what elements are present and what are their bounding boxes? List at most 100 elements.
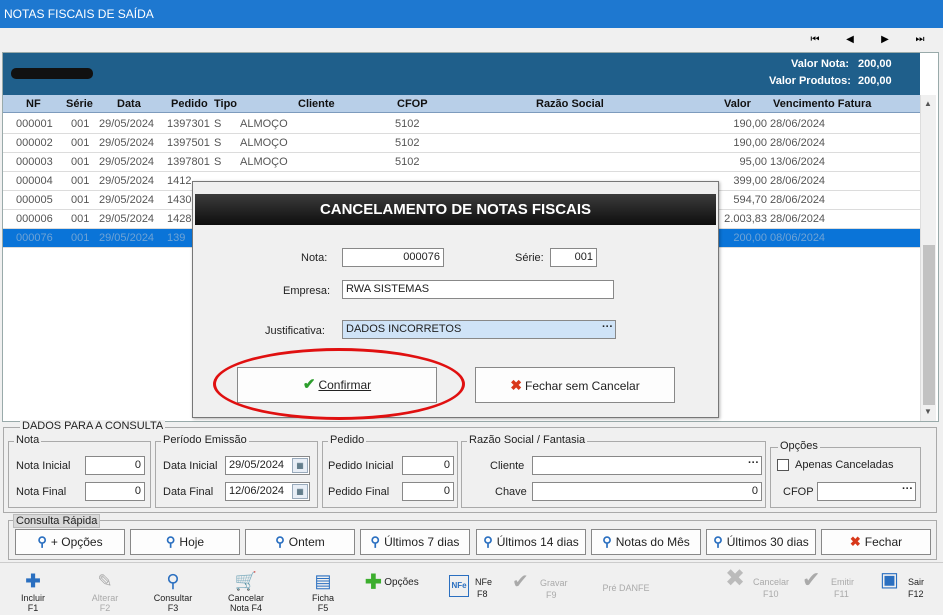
calendar-icon[interactable]: ▦ bbox=[292, 484, 308, 499]
col-razao-social[interactable]: Razão Social bbox=[536, 98, 604, 110]
col-cfop[interactable]: CFOP bbox=[397, 98, 428, 110]
notas-do-mes-button[interactable]: ⚲ Notas do Mês bbox=[591, 529, 701, 555]
scroll-thumb[interactable] bbox=[923, 245, 935, 405]
calendar-icon[interactable]: ▦ bbox=[292, 458, 308, 473]
ontem-button[interactable]: ⚲ Ontem bbox=[245, 529, 355, 555]
cancelar-nota-button[interactable]: 🛒 Cancelar Nota F4 bbox=[218, 571, 274, 613]
nota-inicial-label: Nota Inicial bbox=[16, 460, 71, 472]
emitir-label: Emitir bbox=[831, 577, 854, 587]
plus-icon: ✚ bbox=[25, 571, 41, 591]
nota-final-label: Nota Final bbox=[16, 486, 67, 498]
fechar-sem-cancelar-button[interactable]: ✖ Fechar sem Cancelar bbox=[475, 367, 675, 403]
cancelar-nota-shortcut: Nota F4 bbox=[229, 603, 262, 613]
first-record-button[interactable]: ⏮ bbox=[804, 31, 826, 49]
next-record-button[interactable]: ▶ bbox=[874, 31, 896, 49]
apenas-canceladas-checkbox[interactable] bbox=[777, 459, 789, 471]
valor-nota-label: Valor Nota: bbox=[791, 58, 850, 70]
empresa-input[interactable]: RWA SISTEMAS bbox=[342, 280, 614, 299]
pre-danfe-button[interactable]: Pré DANFE bbox=[596, 583, 656, 593]
justificativa-value: DADOS INCORRETOS bbox=[346, 323, 462, 335]
cell-vencimento: 28/06/2024 bbox=[770, 194, 826, 206]
cell-serie: 001 bbox=[71, 137, 90, 149]
valor-produtos-value: 200,00 bbox=[858, 75, 892, 87]
opcoes-label: Opções bbox=[384, 576, 419, 588]
opcoes-button[interactable]: ✚ Opções bbox=[365, 573, 435, 593]
dialog-title: CANCELAMENTO DE NOTAS FISCAIS bbox=[195, 194, 716, 225]
cell-pedido: 1412 bbox=[167, 175, 192, 187]
table-row[interactable]: 000002 001 29/05/2024 1397501 S ALMOÇO 5… bbox=[3, 134, 920, 153]
col-vencimento[interactable]: Vencimento Fatura bbox=[773, 98, 871, 110]
nota-final-input[interactable]: 0 bbox=[85, 482, 145, 501]
incluir-shortcut: F1 bbox=[27, 603, 39, 613]
nota-input[interactable]: 000076 bbox=[342, 248, 444, 267]
consultar-button[interactable]: ⚲ Consultar F3 bbox=[148, 571, 198, 613]
fechar-label: Fechar bbox=[864, 535, 903, 549]
serie-input[interactable]: 001 bbox=[550, 248, 597, 267]
cell-vencimento: 08/06/2024 bbox=[770, 232, 826, 244]
scroll-down-icon[interactable]: ▼ bbox=[924, 407, 932, 416]
justificativa-input[interactable]: DADOS INCORRETOS ··· bbox=[342, 320, 616, 339]
ficha-button[interactable]: ▤ Ficha F5 bbox=[298, 571, 348, 613]
cell-serie: 001 bbox=[71, 213, 90, 225]
nfe-label: NFe bbox=[475, 577, 493, 587]
data-final-label: Data Final bbox=[163, 486, 214, 498]
ultimos-30-dias-label: Últimos 30 dias bbox=[726, 535, 809, 549]
data-inicial-input[interactable]: 29/05/2024 ▦ bbox=[225, 456, 310, 475]
mais-opcoes-button[interactable]: ⚲ + Opções bbox=[15, 529, 125, 555]
cell-data: 29/05/2024 bbox=[99, 194, 155, 206]
prev-record-button[interactable]: ◀ bbox=[839, 31, 861, 49]
apenas-canceladas-label: Apenas Canceladas bbox=[795, 459, 894, 471]
incluir-button[interactable]: ✚ Incluir F1 bbox=[8, 571, 58, 613]
chave-input[interactable]: 0 bbox=[532, 482, 762, 501]
chave-label: Chave bbox=[495, 486, 527, 498]
cell-tipo: S bbox=[214, 118, 222, 130]
grid-header: NF Série Data Pedido Tipo Cliente CFOP R… bbox=[3, 95, 920, 113]
table-row[interactable]: 000001 001 29/05/2024 1397301 S ALMOÇO 5… bbox=[3, 115, 920, 134]
cell-data: 29/05/2024 bbox=[99, 156, 155, 168]
summary-bar: Valor Nota: 200,00 Valor Produtos: 200,0… bbox=[3, 53, 920, 95]
col-data[interactable]: Data bbox=[117, 98, 141, 110]
pedido-inicial-input[interactable]: 0 bbox=[402, 456, 454, 475]
sair-shortcut: F12 bbox=[908, 589, 924, 599]
pedido-final-label: Pedido Final bbox=[328, 486, 390, 498]
col-pedido[interactable]: Pedido bbox=[171, 98, 208, 110]
scroll-up-icon[interactable]: ▲ bbox=[924, 99, 932, 108]
more-icon[interactable]: ··· bbox=[748, 457, 759, 469]
cell-pedido: 1430 bbox=[167, 194, 192, 206]
col-valor[interactable]: Valor bbox=[724, 98, 751, 110]
more-icon[interactable]: ··· bbox=[902, 483, 913, 495]
col-cliente[interactable]: Cliente bbox=[298, 98, 335, 110]
cell-pedido: 1397801 bbox=[167, 156, 210, 168]
cell-nf: 000003 bbox=[16, 156, 53, 168]
data-inicial-value: 29/05/2024 bbox=[229, 459, 285, 471]
col-nf[interactable]: NF bbox=[26, 98, 41, 110]
data-final-input[interactable]: 12/06/2024 ▦ bbox=[225, 482, 310, 501]
ultimos-30-dias-button[interactable]: ⚲ Últimos 30 dias bbox=[706, 529, 816, 555]
nota-inicial-input[interactable]: 0 bbox=[85, 456, 145, 475]
cliente-input[interactable]: ··· bbox=[532, 456, 762, 475]
last-record-button[interactable]: ⏭ bbox=[909, 31, 931, 49]
ontem-label: Ontem bbox=[288, 535, 325, 549]
pedido-final-input[interactable]: 0 bbox=[402, 482, 454, 501]
grid-scrollbar[interactable]: ▲ ▼ bbox=[920, 95, 936, 421]
pedido-group-legend: Pedido bbox=[328, 434, 367, 446]
cfop-input[interactable]: ··· bbox=[817, 482, 916, 501]
cell-valor: 190,00 bbox=[733, 137, 767, 149]
col-serie[interactable]: Série bbox=[66, 98, 93, 110]
ultimos-7-dias-button[interactable]: ⚲ Últimos 7 dias bbox=[360, 529, 470, 555]
ultimos-14-dias-button[interactable]: ⚲ Últimos 14 dias bbox=[476, 529, 586, 555]
col-tipo[interactable]: Tipo bbox=[214, 98, 237, 110]
razao-group-legend: Razão Social / Fantasia bbox=[467, 434, 588, 446]
cell-nf: 000076 bbox=[16, 232, 53, 244]
more-icon[interactable]: ··· bbox=[602, 321, 613, 333]
hoje-button[interactable]: ⚲ Hoje bbox=[130, 529, 240, 555]
search-icon: ⚲ bbox=[37, 534, 47, 549]
ficha-label: Ficha bbox=[311, 593, 334, 603]
close-icon: ✖ bbox=[510, 377, 522, 393]
table-row[interactable]: 000003 001 29/05/2024 1397801 S ALMOÇO 5… bbox=[3, 153, 920, 172]
cell-data: 29/05/2024 bbox=[99, 118, 155, 130]
cell-cliente: ALMOÇO bbox=[240, 118, 288, 130]
alterar-button[interactable]: ✎ Alterar F2 bbox=[80, 571, 130, 613]
fechar-button[interactable]: ✖ Fechar bbox=[821, 529, 931, 555]
cell-nf: 000002 bbox=[16, 137, 53, 149]
